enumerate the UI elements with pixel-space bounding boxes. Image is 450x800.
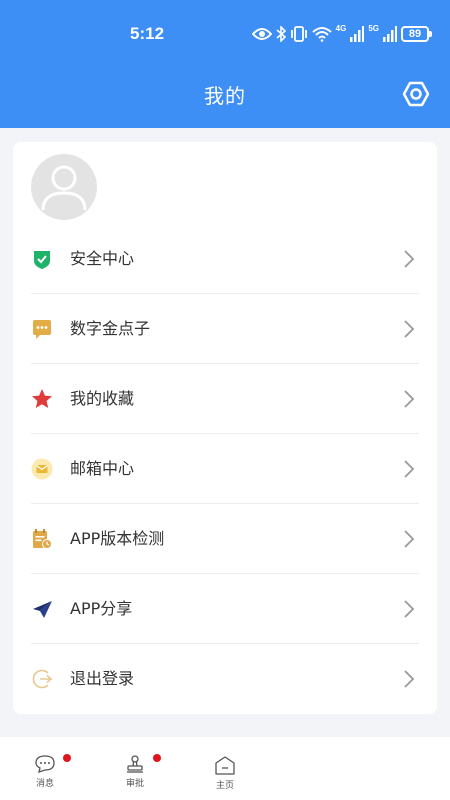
bottom-tab-bar: 消息 审批 主页 (0, 737, 450, 800)
tab-approval[interactable]: 审批 (115, 754, 161, 789)
home-icon (215, 756, 235, 775)
vibrate-icon (290, 26, 307, 42)
notification-dot (153, 754, 161, 762)
eye-icon (251, 28, 272, 40)
avatar[interactable] (31, 154, 97, 220)
network-5g-label: 5G (368, 24, 379, 33)
menu-item-label: APP版本检测 (70, 529, 165, 548)
menu-item-ideas[interactable]: 数字金点子 (13, 294, 437, 364)
mail-icon (31, 458, 53, 480)
tab-label: 主页 (215, 781, 234, 791)
tab-label: 消息 (35, 779, 54, 789)
menu-item-label: 退出登录 (70, 669, 135, 688)
chevron-right-icon (404, 390, 415, 408)
menu-item-label: 数字金点子 (70, 319, 151, 338)
network-4g-label: 4G (335, 24, 347, 33)
message-icon (35, 755, 55, 773)
logout-icon (32, 669, 53, 689)
menu-item-label: APP分享 (70, 599, 133, 618)
header-bar: 5:12 4G 5G 89 我的 (0, 0, 450, 128)
menu-item-label: 邮箱中心 (70, 459, 135, 478)
chevron-right-icon (404, 460, 415, 478)
signal-icon (383, 26, 397, 42)
status-icons: 4G 5G 89 (251, 24, 432, 44)
chat-bubble-icon (33, 320, 51, 339)
shield-check-icon (34, 251, 50, 269)
chevron-right-icon (404, 320, 415, 338)
tab-home[interactable]: 主页 (205, 755, 245, 791)
tab-label: 审批 (125, 779, 144, 789)
chevron-right-icon (404, 530, 415, 548)
chevron-right-icon (404, 250, 415, 268)
notification-dot (63, 754, 71, 762)
settings-icon (402, 81, 430, 107)
menu-list: 安全中心 数字金点子 我的收藏 邮箱中心 APP版本检测 APP分享 退出登录 (13, 224, 437, 714)
paper-plane-icon (33, 601, 52, 618)
menu-item-favorites[interactable]: 我的收藏 (13, 364, 437, 434)
profile-card: 安全中心 数字金点子 我的收藏 邮箱中心 APP版本检测 APP分享 退出登录 (13, 142, 437, 714)
star-icon (32, 389, 52, 408)
signal-icon (350, 26, 365, 42)
menu-item-label: 我的收藏 (70, 389, 135, 408)
menu-item-security[interactable]: 安全中心 (13, 224, 437, 294)
stamp-icon (127, 755, 143, 773)
menu-item-version-check[interactable]: APP版本检测 (13, 504, 437, 574)
status-time: 5:12 (130, 24, 165, 43)
menu-item-logout[interactable]: 退出登录 (13, 644, 437, 714)
chevron-right-icon (404, 600, 415, 618)
menu-item-share[interactable]: APP分享 (13, 574, 437, 644)
page-title: 我的 (204, 84, 246, 108)
wifi-icon (311, 27, 332, 42)
battery-level: 89 (401, 26, 429, 42)
tab-messages[interactable]: 消息 (25, 754, 71, 789)
settings-button[interactable] (402, 80, 430, 108)
chevron-right-icon (404, 670, 415, 688)
bluetooth-icon (276, 26, 286, 42)
battery-indicator: 89 (401, 26, 432, 42)
status-bar: 5:12 4G 5G 89 (0, 0, 450, 64)
menu-item-mailbox[interactable]: 邮箱中心 (13, 434, 437, 504)
calendar-clock-icon (33, 529, 52, 549)
menu-item-label: 安全中心 (70, 249, 135, 268)
user-icon (41, 165, 87, 211)
